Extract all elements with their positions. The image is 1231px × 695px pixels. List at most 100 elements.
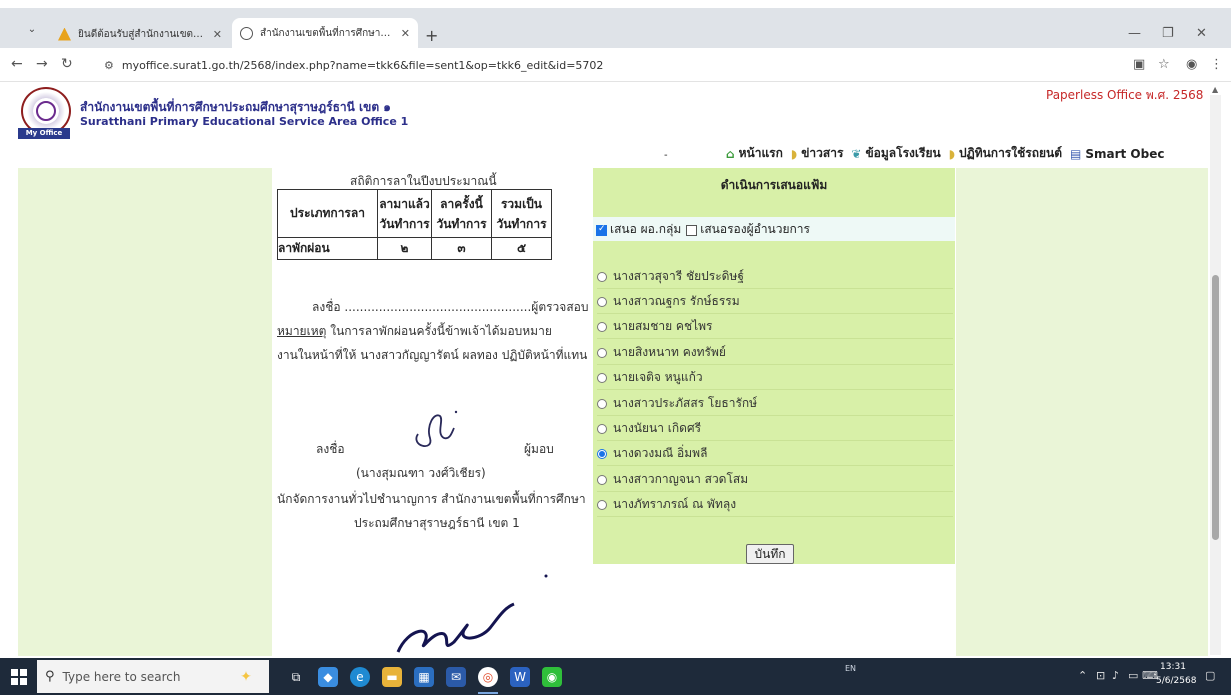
profile-icon[interactable]: ◉ — [1186, 57, 1197, 72]
copilot-icon[interactable]: ◆ — [318, 667, 338, 687]
tray-arrow-icon[interactable]: ⌃ — [1078, 669, 1087, 682]
paperless-office-label: Paperless Office พ.ศ. 2568 — [1046, 88, 1204, 102]
taken-cell: ๒ — [377, 237, 432, 260]
book-icon: ▤ — [1070, 146, 1082, 161]
clock-date[interactable]: 5/6/2568 — [1156, 676, 1196, 686]
clock-time[interactable]: 13:31 — [1160, 662, 1186, 672]
nav-label: ปฏิทินการใช้รถยนต์ — [959, 146, 1062, 160]
new-tab-button[interactable]: + — [425, 26, 438, 45]
nav-car-calendar[interactable]: ◗ ปฏิทินการใช้รถยนต์ — [949, 144, 1062, 163]
nav-school-data[interactable]: ❦ ข้อมูลโรงเรียน — [851, 144, 940, 163]
my-office-badge: My Office — [18, 128, 70, 139]
col-this-time: ลาครั้งนี้ วันทำการ — [431, 189, 492, 238]
radio-button[interactable] — [597, 321, 607, 332]
address-bar-row: ← → ↻ ⚙ myoffice.surat1.go.th/2568/index… — [0, 48, 1231, 82]
nav-smart-obec[interactable]: ▤ Smart Obec — [1070, 147, 1164, 161]
recipient-option[interactable]: นางนัยนา เกิดศรี — [597, 417, 953, 441]
radio-button[interactable] — [597, 271, 607, 282]
radio-button[interactable] — [597, 347, 607, 358]
minimize-icon[interactable]: — — [1128, 26, 1141, 41]
nav-label: Smart Obec — [1085, 146, 1165, 161]
radio-button[interactable] — [597, 398, 607, 409]
network-icon[interactable]: ⊡ — [1096, 669, 1105, 682]
recipient-option[interactable]: นางสาวณฐกร รักษ์ธรรม — [597, 290, 953, 314]
radio-button[interactable] — [597, 372, 607, 383]
close-window-icon[interactable]: ✕ — [1196, 26, 1207, 41]
save-button[interactable]: บันทึก — [746, 544, 794, 564]
scroll-up-arrow-icon[interactable]: ▲ — [1212, 85, 1218, 94]
recipient-option-selected[interactable]: นางดวงมณี อิ่มพลี — [597, 442, 953, 466]
browser-tab-welcome[interactable]: ยินดีต้อนรับสู่สำนักงานเขตพื้นที่การศึ ✕ — [50, 20, 230, 48]
org-name-english: Suratthani Primary Educational Service A… — [80, 115, 409, 128]
search-placeholder: Type here to search — [62, 669, 181, 684]
chat-icon[interactable]: ▭ — [1128, 669, 1138, 682]
recipient-option[interactable]: นายสมชาย คชไพร — [597, 315, 953, 339]
radio-button[interactable] — [597, 499, 607, 510]
nav-home[interactable]: ⌂ หน้าแรก — [726, 144, 783, 163]
propose-group-director-checkbox[interactable] — [596, 224, 607, 236]
nav-news[interactable]: ◗ ข่าวสาร — [791, 144, 844, 163]
url-text: myoffice.surat1.go.th/2568/index.php?nam… — [121, 58, 604, 72]
right-sidebar — [956, 168, 1208, 656]
sparkle-icon[interactable]: ✦ — [236, 667, 256, 687]
recipient-option[interactable]: นางสาวประภัสสร โยธารักษ์ — [597, 392, 953, 416]
close-tab-icon[interactable]: ✕ — [401, 27, 410, 40]
windows-start-icon[interactable] — [11, 669, 27, 685]
recipient-option[interactable]: นางภัทราภรณ์ ณ พัทลุง — [597, 493, 953, 517]
scrollbar-thumb[interactable] — [1212, 275, 1219, 540]
folder-icon: ◗ — [948, 146, 956, 161]
word-icon[interactable]: W — [510, 667, 530, 687]
site-info-icon[interactable]: ⚙ — [104, 59, 114, 72]
restore-icon[interactable]: ❐ — [1162, 26, 1174, 41]
radio-button[interactable] — [597, 474, 607, 485]
taskbar-search-field[interactable]: ⚲ Type here to search — [37, 660, 269, 693]
back-arrow-icon[interactable]: ← — [11, 56, 23, 72]
mail-icon[interactable]: ✉ — [446, 667, 466, 687]
store-icon[interactable]: ▦ — [414, 667, 434, 687]
url-field[interactable]: ⚙ myoffice.surat1.go.th/2568/index.php?n… — [104, 53, 1104, 77]
chrome-icon[interactable]: ◎ — [478, 667, 498, 687]
recipient-option[interactable]: นายเจติจ หนูแก้ว — [597, 366, 953, 390]
leave-statistics-table: ประเภทการลา ลามาแล้ว วันทำการ ลาครั้งนี้ว… — [277, 189, 552, 260]
windows-taskbar: ⚲ Type here to search ✦ ⧉ ◆ e ▬ ▦ ✉ ◎ W … — [0, 658, 1231, 695]
inspector-sign-line: ลงชื่อ .................................… — [312, 300, 589, 314]
option-label: นางสาวประภัสสร โยธารักษ์ — [613, 396, 758, 410]
edge-icon[interactable]: e — [350, 667, 370, 687]
proposal-form-title: ดำเนินการเสนอแฟ้ม — [720, 178, 828, 192]
browser-tab-active[interactable]: สำนักงานเขตพื้นที่การศึกษาประถมศึ ✕ — [232, 18, 418, 48]
task-view-icon[interactable]: ⧉ — [286, 667, 306, 687]
menu-dots-icon[interactable]: ⋮ — [1210, 57, 1223, 72]
nav-label: ข่าวสาร — [801, 146, 844, 160]
tab-search-icon[interactable]: ⌄ — [22, 21, 42, 39]
volume-icon[interactable]: ♪ — [1112, 669, 1119, 682]
option-label: นางสาวณฐกร รักษ์ธรรม — [613, 294, 740, 308]
note-line-1: หมายเหตุ ในการลาพักผ่อนครั้งนี้ข้าพเจ้าไ… — [277, 322, 552, 341]
forward-arrow-icon[interactable]: → — [36, 56, 48, 72]
search-icon: ⚲ — [45, 669, 55, 684]
notification-icon[interactable]: ▢ — [1205, 669, 1215, 682]
left-sidebar — [18, 168, 272, 656]
nav-label: หน้าแรก — [738, 146, 783, 160]
recipient-option[interactable]: นางสาวกาญจนา สวดโสม — [597, 468, 953, 492]
recipient-option[interactable]: นางสาวสุจารี ชัยประดิษฐ์ — [597, 265, 953, 289]
reload-icon[interactable]: ↻ — [61, 56, 73, 72]
language-indicator[interactable]: EN — [845, 664, 856, 673]
propose-deputy-director-checkbox[interactable] — [686, 224, 698, 236]
browser-tab-bar: ⌄ ยินดีต้อนรับสู่สำนักงานเขตพื้นที่การศึ… — [0, 8, 1231, 48]
nav-label: ข้อมูลโรงเรียน — [865, 146, 941, 160]
line-icon[interactable]: ◉ — [542, 667, 562, 687]
close-tab-icon[interactable]: ✕ — [213, 28, 222, 41]
translate-icon[interactable]: ▣ — [1133, 57, 1145, 72]
radio-button[interactable] — [597, 296, 607, 307]
tab-title: สำนักงานเขตพื้นที่การศึกษาประถมศึ — [260, 27, 395, 39]
checkbox-label: เสนอรองผู้อำนวยการ — [700, 221, 810, 236]
radio-button[interactable] — [597, 423, 607, 434]
radio-button-selected[interactable] — [597, 448, 607, 459]
home-icon: ⌂ — [726, 146, 735, 161]
file-explorer-icon[interactable]: ▬ — [382, 667, 402, 687]
option-label: นางสาวกาญจนา สวดโสม — [613, 472, 749, 486]
leave-type-cell: ลาพักผ่อน — [277, 237, 378, 260]
recipient-option[interactable]: นายสิงหนาท คงทรัพย์ — [597, 341, 953, 365]
note-label: หมายเหตุ — [277, 324, 327, 338]
bookmark-star-icon[interactable]: ☆ — [1158, 57, 1170, 72]
